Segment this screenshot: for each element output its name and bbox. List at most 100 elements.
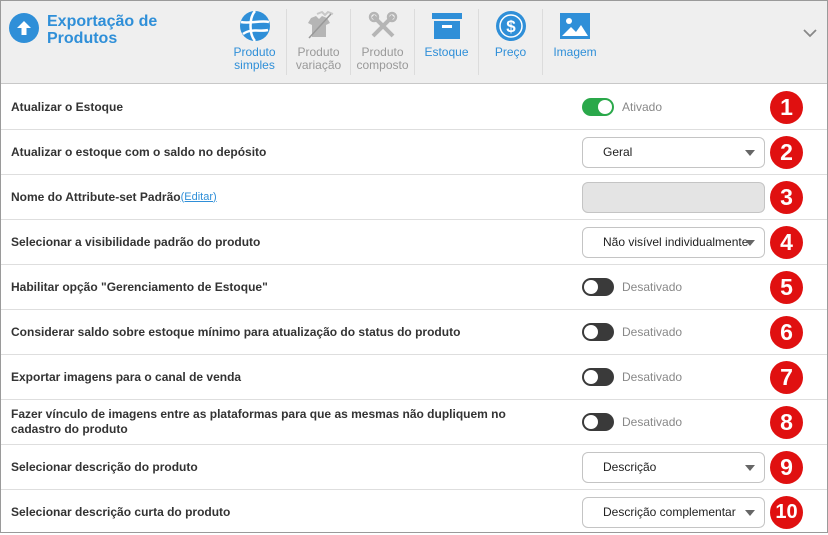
toggle-switch[interactable] [582, 368, 614, 386]
setting-row: Nome do Attribute-set Padrão (Editar) 3 [1, 175, 827, 220]
beach-ball-icon [239, 9, 271, 43]
toggle-control: Desativado [582, 265, 682, 309]
page-title-group: Exportação de Produtos [9, 13, 157, 47]
tab-imagem[interactable]: Imagem [543, 9, 607, 75]
setting-label: Atualizar o estoque com o saldo no depós… [11, 144, 267, 159]
step-number-badge: 7 [770, 361, 803, 394]
tab-label: Produto simples [233, 46, 275, 72]
tab-produto-composto[interactable]: Produto composto [351, 9, 415, 75]
caret-down-icon [745, 509, 755, 516]
setting-label: Selecionar descrição curta do produto [11, 504, 231, 519]
select-control: Geral [582, 130, 765, 174]
header-bar: Exportação de Produtos Produto simples P… [1, 1, 827, 84]
toggle-knob [584, 415, 598, 429]
select-control: Descrição complementar [582, 490, 765, 534]
tab-label-line1: Estoque [424, 45, 469, 59]
toggle-state-text: Desativado [622, 370, 683, 384]
tab-label: Preço [495, 46, 526, 59]
setting-label: Fazer vínculo de imagens entre as plataf… [11, 407, 506, 436]
toggle-knob [584, 280, 598, 294]
toggle-knob [598, 100, 612, 114]
setting-label: Selecionar descrição do produto [11, 459, 198, 474]
setting-label: Selecionar a visibilidade padrão do prod… [11, 234, 261, 249]
setting-row: Fazer vínculo de imagens entre as plataf… [1, 400, 827, 445]
settings-panel: Exportação de Produtos Produto simples P… [0, 0, 828, 533]
image-icon [559, 9, 591, 43]
select-value: Descrição [603, 460, 657, 474]
toggle-control: Ativado [582, 85, 662, 129]
box-icon [431, 9, 463, 43]
setting-row: Atualizar o Estoque Ativado 1 [1, 85, 827, 130]
step-number-badge: 8 [770, 406, 803, 439]
tab-label: Produto variação [296, 46, 341, 72]
setting-row: Exportar imagens para o canal de venda D… [1, 355, 827, 400]
tab-label: Produto composto [356, 46, 408, 72]
setting-label: Atualizar o Estoque [11, 99, 124, 114]
page-title-line2: Produtos [47, 30, 118, 47]
tab-preco[interactable]: $ Preço [479, 9, 543, 75]
upload-arrow-icon [9, 13, 39, 43]
tab-label-line2: variação [295, 58, 342, 72]
toggle-control: Desativado [582, 355, 682, 399]
dollar-icon: $ [495, 9, 527, 43]
tab-label: Imagem [553, 46, 596, 59]
toggle-switch[interactable] [582, 413, 614, 431]
caret-down-icon [745, 239, 755, 246]
step-number-badge: 10 [770, 496, 803, 529]
short-description-select[interactable]: Descrição complementar [582, 496, 765, 528]
tab-label-line1: Imagem [553, 45, 597, 59]
description-select[interactable]: Descrição [582, 451, 765, 483]
setting-row: Selecionar descrição curta do produto De… [1, 490, 827, 535]
toggle-switch[interactable] [582, 323, 614, 341]
input-control [582, 175, 765, 219]
step-number-badge: 6 [770, 316, 803, 349]
toggle-knob [584, 370, 598, 384]
toggle-switch[interactable] [582, 278, 614, 296]
tab-bar: Produto simples Produto variação Produto… [223, 9, 607, 75]
attribute-set-input[interactable] [582, 181, 765, 213]
deposit-select[interactable]: Geral [582, 136, 765, 168]
select-value: Não visível individualmente [603, 235, 749, 249]
setting-row: Atualizar o estoque com o saldo no depós… [1, 130, 827, 175]
tab-label-line2: composto [356, 58, 409, 72]
toggle-control: Desativado [582, 400, 682, 444]
step-number-badge: 4 [770, 226, 803, 259]
shirts-disabled-icon [303, 9, 335, 43]
select-value: Geral [603, 145, 633, 159]
svg-text:$: $ [506, 17, 516, 36]
toggle-knob [584, 325, 598, 339]
select-control: Descrição [582, 445, 765, 489]
visibility-select[interactable]: Não visível individualmente [582, 226, 765, 258]
page-title: Exportação de Produtos [47, 13, 157, 47]
setting-label: Habilitar opção "Gerenciamento de Estoqu… [11, 279, 268, 294]
step-number-badge: 3 [770, 181, 803, 214]
tab-label-line2: simples [234, 58, 275, 72]
step-number-badge: 2 [770, 136, 803, 169]
tab-produto-simples[interactable]: Produto simples [223, 9, 287, 75]
setting-row: Habilitar opção "Gerenciamento de Estoqu… [1, 265, 827, 310]
select-value: Descrição complementar [603, 505, 736, 519]
chevron-down-icon[interactable] [803, 25, 817, 43]
caret-down-icon [745, 149, 755, 156]
toggle-control: Desativado [582, 310, 682, 354]
setting-label: Exportar imagens para o canal de venda [11, 369, 242, 384]
edit-link[interactable]: (Editar) [181, 190, 217, 205]
step-number-badge: 9 [770, 451, 803, 484]
tab-label: Estoque [424, 46, 468, 59]
setting-row: Selecionar descrição do produto Descriçã… [1, 445, 827, 490]
select-control: Não visível individualmente [582, 220, 765, 264]
tab-produto-variacao[interactable]: Produto variação [287, 9, 351, 75]
caret-down-icon [745, 464, 755, 471]
setting-row: Selecionar a visibilidade padrão do prod… [1, 220, 827, 265]
toggle-state-text: Desativado [622, 280, 683, 294]
toggle-state-text: Desativado [622, 415, 683, 429]
settings-list: Atualizar o Estoque Ativado 1 Atualizar … [1, 85, 827, 535]
tools-disabled-icon [367, 9, 399, 43]
tab-estoque[interactable]: Estoque [415, 9, 479, 75]
step-number-badge: 5 [770, 271, 803, 304]
setting-label: Nome do Attribute-set Padrão [11, 189, 181, 204]
toggle-switch[interactable] [582, 98, 614, 116]
page-title-line1: Exportação de [47, 13, 158, 30]
setting-label: Considerar saldo sobre estoque mínimo pa… [11, 324, 461, 339]
setting-label-group: Nome do Attribute-set Padrão (Editar) [11, 175, 531, 219]
